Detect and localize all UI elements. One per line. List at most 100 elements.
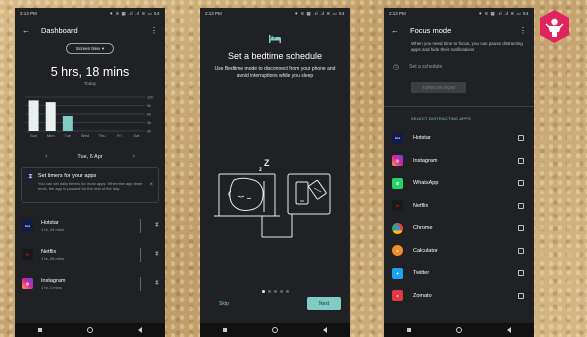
clock-icon: ◷ [393, 64, 400, 71]
page-title: Dashboard [41, 25, 78, 35]
app-name: Zomato [413, 292, 432, 299]
svg-text:z: z [259, 167, 262, 173]
next-day-icon[interactable]: › [133, 153, 135, 160]
dropdown-label: Screen time [75, 46, 100, 51]
current-date: Tue, 6 Apr [77, 153, 103, 160]
usage-chart[interactable]: 12h 9h 6h 3h 0h Sun Mon Tue Wed Thu Fri Sat [23, 95, 158, 143]
bed-icon [200, 34, 350, 45]
app-name: Instagram [41, 277, 66, 284]
skip-button[interactable]: Skip [219, 301, 229, 307]
usage-bar[interactable] [62, 115, 73, 131]
app-name: Netflix [41, 248, 57, 255]
app-usage-list: hot Hotstar 1 hr, 44 mins ⧗ N Netflix 1 … [15, 211, 165, 298]
prev-day-icon[interactable]: ‹ [45, 153, 47, 160]
recents-icon[interactable] [222, 328, 227, 332]
total-screen-time: 5 hrs, 18 mins [50, 65, 130, 79]
more-options-icon[interactable]: ⋮ [518, 25, 528, 35]
whatsapp-icon: ✆ [392, 177, 403, 189]
recents-icon[interactable] [406, 328, 411, 332]
focus-description: When you need time to focus, you can pau… [411, 41, 523, 52]
list-item[interactable]: ◉ Chrome [384, 217, 534, 240]
app-checkbox[interactable] [518, 180, 524, 187]
app-name: Chrome [413, 225, 433, 232]
site-logo-icon [540, 10, 569, 43]
list-item[interactable]: ◎ Instagram [384, 150, 534, 173]
status-time: 2:13 PM [20, 11, 37, 16]
back-arrow-icon[interactable]: ← [21, 25, 31, 35]
bedtime-screen: 2:13 PM ⁕ ≋ ▦ .ıl .ıl ≋ ▭ 54 Set a bedti… [200, 8, 350, 337]
zomato-icon: z [392, 290, 403, 302]
distracting-apps-list: hot Hotstar ◎ Instagram ✆ WhatsApp N Net… [384, 127, 534, 307]
list-item[interactable]: hot Hotstar [384, 127, 534, 150]
app-checkbox[interactable] [518, 270, 524, 277]
page-dot [279, 290, 283, 293]
back-arrow-icon[interactable]: ← [390, 25, 400, 35]
hourglass-icon[interactable]: ⧗ [155, 251, 159, 258]
usage-bar[interactable] [28, 100, 39, 131]
list-item[interactable]: ◎ Instagram 1 hr, 1 mins ⧗ [15, 269, 165, 298]
back-icon[interactable] [323, 327, 328, 333]
focus-mode-screen: 2:13 PM ⁕ ≋ ▦ .ıl .ıl ≋ ▭ 54 ← Focus mod… [384, 8, 534, 337]
screen-time-dropdown[interactable]: Screen time ▾ [66, 43, 114, 54]
app-checkbox[interactable] [518, 247, 524, 254]
list-item[interactable]: z Zomato [384, 285, 534, 308]
tip-title: Set timers for your apps [37, 173, 97, 179]
status-icons: ⁕ ≋ ▦ .ıl .ıl ≋ ▭ 54 [478, 10, 529, 16]
app-name: WhatsApp [413, 180, 439, 187]
page-dot [267, 290, 271, 293]
app-name: Calculator [413, 247, 438, 254]
page-dot [261, 290, 265, 293]
home-icon[interactable] [271, 327, 278, 333]
hourglass-icon[interactable]: ⧗ [155, 280, 159, 287]
system-nav-bar [15, 323, 165, 337]
x-tick-label: Fri [117, 133, 122, 138]
next-button[interactable]: Next [307, 297, 341, 310]
hotstar-icon: hot [22, 220, 33, 231]
x-tick-label: Wed [81, 133, 89, 138]
schedule-label: Set a schedule [409, 64, 443, 70]
status-icons: ⁕ ≋ ▦ .ıl .ıl ≋ ▭ 54 [109, 10, 160, 16]
y-tick-label: 0h [147, 130, 151, 134]
app-time: 1 hr, 28 mins [41, 255, 64, 261]
system-nav-bar [384, 323, 534, 337]
back-icon[interactable] [507, 327, 512, 333]
list-item[interactable]: N Netflix 1 hr, 28 mins ⧗ [15, 240, 165, 269]
x-tick-label: Mon [47, 133, 55, 138]
app-checkbox[interactable] [518, 135, 524, 142]
home-icon[interactable] [455, 327, 462, 333]
instagram-icon: ◎ [22, 278, 33, 289]
divider [139, 247, 141, 262]
status-icons: ⁕ ≋ ▦ .ıl .ıl ≋ ▭ 54 [294, 10, 345, 16]
close-icon[interactable]: × [149, 182, 153, 188]
app-checkbox[interactable] [518, 225, 524, 232]
home-icon[interactable] [86, 327, 93, 333]
y-tick-label: 3h [147, 121, 151, 125]
app-checkbox[interactable] [518, 202, 524, 209]
y-tick-label: 12h [147, 96, 153, 100]
recents-icon[interactable] [37, 328, 42, 332]
usage-bar[interactable] [45, 102, 56, 131]
calculator-icon: ± [392, 245, 403, 257]
list-item[interactable]: N Netflix [384, 195, 534, 218]
usage-chart-svg: 12h 9h 6h 3h 0h Sun Mon Tue Wed Thu Fri Sat [25, 96, 153, 138]
timer-tip-card[interactable]: ⧗ Set timers for your apps You can set d… [21, 167, 159, 203]
app-checkbox[interactable] [518, 292, 524, 299]
more-options-icon[interactable]: ⋮ [149, 25, 159, 35]
sleeping-person-illustration: Z z [214, 158, 331, 238]
netflix-icon: N [392, 200, 403, 212]
page-title: Focus mode [410, 25, 452, 35]
status-time: 2:13 PM [205, 11, 222, 16]
app-checkbox[interactable] [518, 157, 524, 164]
system-nav-bar [200, 323, 350, 337]
turn-on-button[interactable]: TURN ON NOW [411, 82, 466, 93]
list-item[interactable]: ± Calculator [384, 240, 534, 263]
dashboard-screen: 2:13 PM ⁕ ≋ ▦ .ıl .ıl ≋ ▭ 54 ← Dashboard… [15, 8, 165, 337]
x-tick-label: Sun [30, 133, 37, 138]
app-name: Twitter [413, 270, 430, 277]
schedule-row[interactable]: ◷ Set a schedule [384, 63, 534, 71]
back-icon[interactable] [138, 327, 143, 333]
list-item[interactable]: hot Hotstar 1 hr, 44 mins ⧗ [15, 211, 165, 240]
list-item[interactable]: ✦ Twitter [384, 262, 534, 285]
hourglass-icon[interactable]: ⧗ [155, 222, 159, 229]
list-item[interactable]: ✆ WhatsApp [384, 172, 534, 195]
